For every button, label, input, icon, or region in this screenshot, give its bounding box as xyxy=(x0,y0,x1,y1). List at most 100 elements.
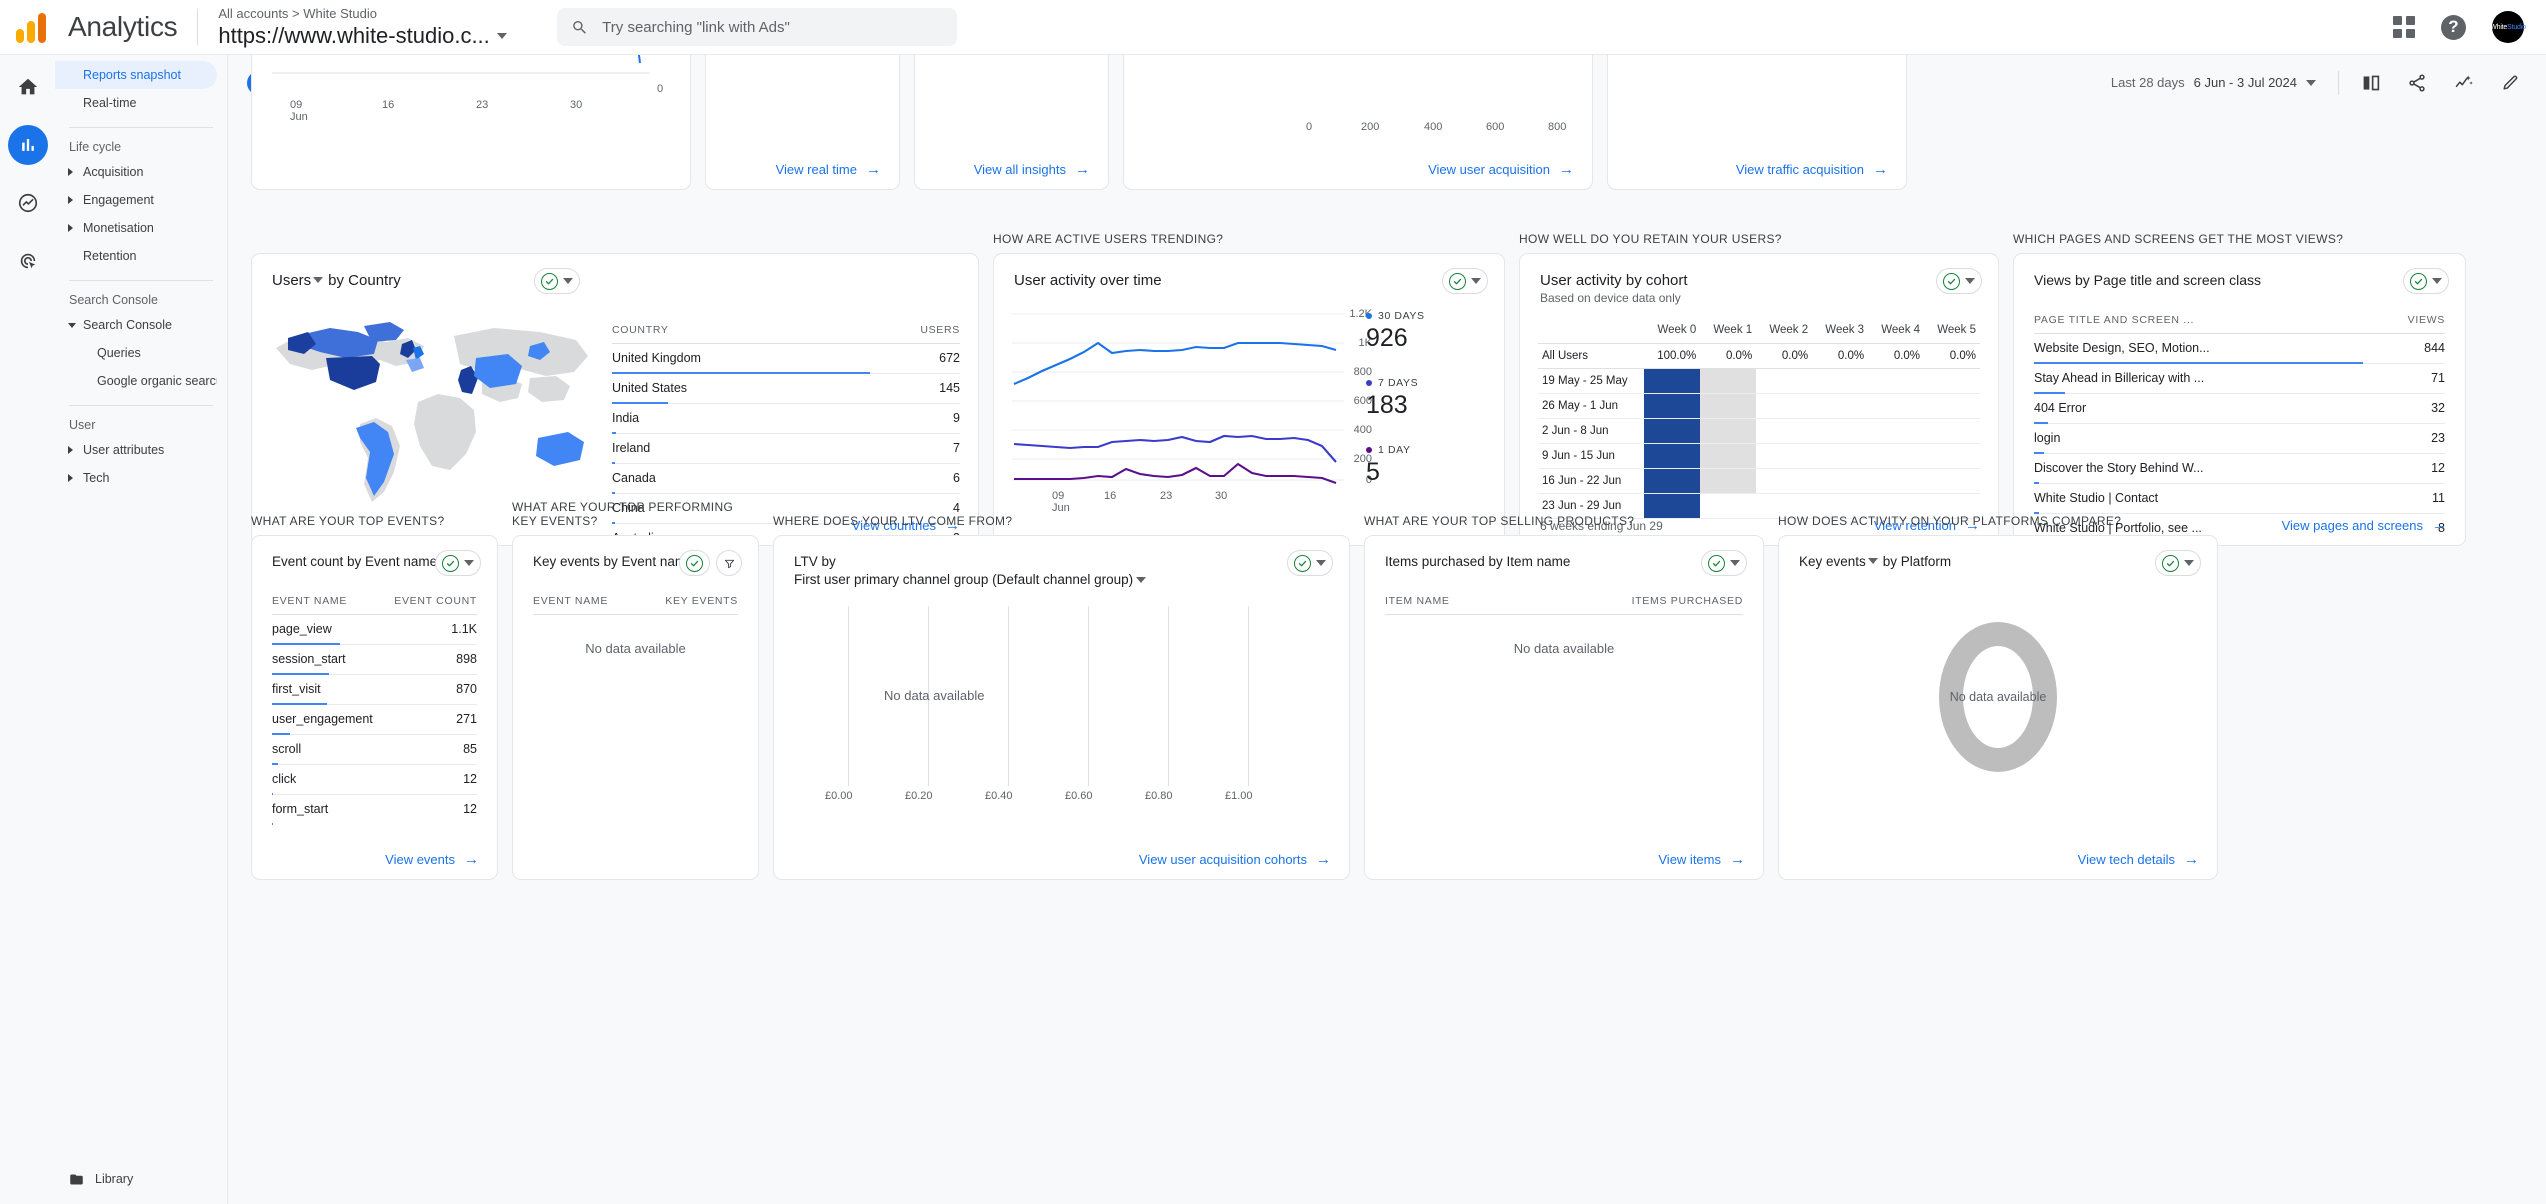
traffic-acquisition-card-link[interactable]: View traffic acquisition → xyxy=(1736,162,1888,177)
sidebar-item-user-attributes[interactable]: User attributes xyxy=(55,436,217,464)
search-input[interactable] xyxy=(602,18,943,36)
chevron-down-icon[interactable] xyxy=(1471,278,1481,284)
apps-grid-icon[interactable] xyxy=(2393,16,2415,38)
event-count-card[interactable]: Event count by Event name EVENT NAME EVE… xyxy=(251,535,498,880)
divider xyxy=(69,127,213,128)
platform-card-metric[interactable]: Key events xyxy=(1799,554,1866,569)
filter-button[interactable] xyxy=(716,550,742,576)
users-overview-card[interactable]: 0 09 Jun 16 23 30 xyxy=(251,55,691,190)
data-quality-badge[interactable] xyxy=(435,550,481,576)
table-row[interactable]: 404 Error 32 xyxy=(2034,394,2445,424)
heatmap-cell xyxy=(1700,443,1757,469)
key-events-card[interactable]: Key events by Event name EVENT NAME KEY … xyxy=(512,535,759,880)
data-quality-badge[interactable] xyxy=(1287,550,1333,576)
platform-donut-chart[interactable]: No data available xyxy=(1939,622,2057,772)
rail-home-button[interactable] xyxy=(8,67,48,107)
table-row[interactable]: India 9 xyxy=(612,404,960,434)
rail-reports-button[interactable] xyxy=(7,125,48,165)
table-row[interactable]: Stay Ahead in Billericay with ... 71 xyxy=(2034,364,2445,394)
sidebar-item-tech[interactable]: Tech xyxy=(55,464,217,492)
chevron-down-icon[interactable] xyxy=(1965,278,1975,284)
insights-card[interactable]: View all insights → xyxy=(914,55,1109,190)
avatar-text-1: White xyxy=(2490,23,2508,31)
chevron-down-icon[interactable] xyxy=(563,278,573,284)
country-card-metric[interactable]: Users xyxy=(272,272,311,289)
table-row[interactable]: session_start 898 xyxy=(272,645,477,675)
data-quality-badge[interactable] xyxy=(2155,550,2201,576)
account-selector[interactable]: All accounts > White Studio https://www.… xyxy=(218,5,507,50)
sidebar-item-acquisition[interactable]: Acquisition xyxy=(55,158,217,186)
sidebar-item-google-organic-search-traffic[interactable]: Google organic search traf... xyxy=(55,367,217,395)
check-circle-icon xyxy=(541,272,558,290)
events-table: EVENT NAME EVENT COUNT page_view 1.1K ses… xyxy=(252,595,497,825)
heatmap-cell xyxy=(1868,418,1925,444)
chevron-down-icon[interactable] xyxy=(1136,577,1147,584)
table-row[interactable]: United Kingdom 672 xyxy=(612,344,960,374)
table-row[interactable]: user_engagement 271 xyxy=(272,705,477,735)
x-axis-tick: 16 xyxy=(382,99,395,111)
search-bar[interactable] xyxy=(556,8,957,46)
sidebar-item-search-console[interactable]: Search Console xyxy=(55,311,217,339)
chevron-down-icon[interactable] xyxy=(464,560,474,566)
sidebar-item-real-time[interactable]: Real-time xyxy=(55,89,217,117)
items-purchased-card[interactable]: Items purchased by Item name ITEM NAME I… xyxy=(1364,535,1764,880)
data-quality-badge[interactable] xyxy=(1701,550,1747,576)
table-row[interactable]: United States 145 xyxy=(612,374,960,404)
user-activity-over-time-card[interactable]: User activity over time 1.2K 1K 800 600 … xyxy=(993,253,1505,546)
world-map[interactable] xyxy=(268,306,598,516)
sidebar-item-engagement[interactable]: Engagement xyxy=(55,186,217,214)
table-row[interactable]: click 12 xyxy=(272,765,477,795)
x-axis-tick: £0.00 xyxy=(825,790,853,802)
column-header-week-2: Week 2 xyxy=(1756,317,1813,344)
chevron-down-icon[interactable] xyxy=(313,277,324,284)
traffic-acquisition-card[interactable]: View traffic acquisition → xyxy=(1607,55,1907,190)
ltv-card[interactable]: LTV by First user primary channel group … xyxy=(773,535,1350,880)
rail-explore-button[interactable] xyxy=(8,183,48,223)
table-row[interactable]: scroll 85 xyxy=(272,735,477,765)
table-row[interactable]: Canada 6 xyxy=(612,464,960,494)
realtime-card[interactable]: View real time → xyxy=(705,55,900,190)
table-row[interactable]: form_start 12 xyxy=(272,795,477,825)
insights-card-link[interactable]: View all insights → xyxy=(974,162,1090,177)
table-row[interactable]: page_view 1.1K xyxy=(272,615,477,645)
row-label: Canada xyxy=(612,471,656,485)
data-quality-badge[interactable] xyxy=(1936,268,1982,294)
chevron-down-icon[interactable] xyxy=(1316,560,1326,566)
view-events-link[interactable]: View events → xyxy=(385,852,479,867)
chevron-down-icon[interactable] xyxy=(1730,560,1740,566)
data-quality-badge[interactable] xyxy=(534,268,580,294)
chevron-down-icon[interactable] xyxy=(496,32,507,39)
help-icon[interactable]: ? xyxy=(2441,14,2466,40)
key-events-by-platform-card[interactable]: Key events by Platform No data available … xyxy=(1778,535,2218,880)
chevron-down-icon[interactable] xyxy=(1867,558,1878,565)
heatmap-cell xyxy=(1812,443,1869,469)
view-user-acquisition-cohorts-link[interactable]: View user acquisition cohorts → xyxy=(1139,852,1331,867)
sidebar-item-reports-snapshot[interactable]: Reports snapshot xyxy=(55,61,217,89)
sidebar-item-queries[interactable]: Queries xyxy=(55,339,217,367)
realtime-card-link[interactable]: View real time → xyxy=(776,162,881,177)
rail-advertising-button[interactable] xyxy=(8,241,48,281)
table-row[interactable]: Ireland 7 xyxy=(612,434,960,464)
table-row[interactable]: Discover the Story Behind W... 12 xyxy=(2034,454,2445,484)
data-quality-badge[interactable] xyxy=(2403,268,2449,294)
table-row[interactable]: login 23 xyxy=(2034,424,2445,454)
views-by-page-title-card[interactable]: Views by Page title and screen class PAG… xyxy=(2013,253,2466,546)
view-items-link[interactable]: View items → xyxy=(1658,852,1745,867)
chevron-down-icon[interactable] xyxy=(2432,278,2442,284)
sidebar-item-library[interactable]: Library xyxy=(55,1164,227,1194)
data-quality-badge[interactable] xyxy=(1442,268,1488,294)
sidebar-item-retention[interactable]: Retention xyxy=(55,242,217,270)
data-quality-badge[interactable] xyxy=(679,550,710,576)
user-activity-by-cohort-card[interactable]: User activity by cohort Based on device … xyxy=(1519,253,1999,546)
table-row[interactable]: first_visit 870 xyxy=(272,675,477,705)
user-acquisition-card-link[interactable]: View user acquisition → xyxy=(1428,162,1574,177)
table-row[interactable]: Website Design, SEO, Motion... 844 xyxy=(2034,334,2445,364)
activity-line-chart[interactable]: 1.2K 1K 800 600 400 200 0 09 Jun 16 23 3… xyxy=(1012,308,1372,514)
ltv-chart[interactable]: No data available £0.00 £0.20 £0.40 £0.6… xyxy=(825,606,1314,802)
arrow-right-icon: → xyxy=(1075,161,1090,178)
view-tech-details-link[interactable]: View tech details → xyxy=(2078,852,2199,867)
chevron-down-icon[interactable] xyxy=(2184,560,2194,566)
avatar[interactable]: White Studio xyxy=(2490,11,2526,43)
user-acquisition-card[interactable]: 0 200 400 600 800 1K View user acquisiti… xyxy=(1123,55,1623,190)
sidebar-item-monetisation[interactable]: Monetisation xyxy=(55,214,217,242)
